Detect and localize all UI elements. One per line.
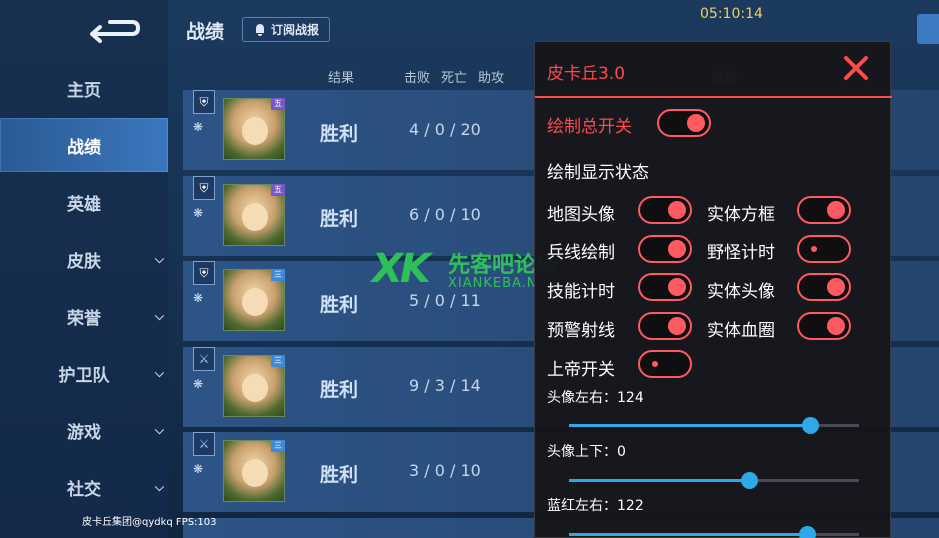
page-title: 战绩 [186, 21, 225, 43]
master-switch-toggle[interactable] [657, 109, 711, 137]
sidebar-item-game[interactable]: 游戏 ⌵ [0, 403, 168, 457]
toggle-label: 实体方框 [707, 205, 775, 225]
toggle-label: 地图头像 [547, 205, 615, 225]
toggle-entity-box[interactable] [797, 196, 851, 224]
subscribe-report-button[interactable]: 订阅战报 [242, 17, 330, 42]
tier-badge: 三 [271, 355, 285, 367]
sidebar: 主页 战绩 英雄 皮肤 ⌵ 荣誉 ⌵ 护卫队 ⌵ 游戏 ⌵ 社交 ⌵ [0, 0, 168, 538]
slider-label: 蓝红左右：122 [547, 498, 644, 514]
slider-label: 头像左右：124 [547, 390, 644, 406]
match-result: 胜利 [320, 379, 359, 401]
sidebar-item-label: 游戏 [67, 422, 101, 443]
toggle-god-mode[interactable] [638, 350, 692, 378]
sidebar-item-label: 荣誉 [67, 308, 101, 329]
sidebar-item-guard[interactable]: 护卫队 ⌵ [0, 346, 168, 400]
column-header-deaths: 死亡 [441, 71, 468, 86]
shield-icon: ⛨ [193, 176, 215, 200]
sidebar-item-honor[interactable]: 荣誉 ⌵ [0, 289, 168, 343]
close-icon[interactable] [841, 53, 871, 83]
toggle-warning-ray[interactable] [638, 312, 692, 340]
toggle-entity-hp-ring[interactable] [797, 312, 851, 340]
shield-icon: ⛨ [193, 261, 215, 285]
sidebar-item-skins[interactable]: 皮肤 ⌵ [0, 232, 168, 286]
toggle-label: 实体头像 [707, 282, 775, 302]
toggle-label: 实体血圈 [707, 321, 775, 341]
sidebar-item-label: 战绩 [67, 137, 101, 158]
tier-badge: 三 [271, 269, 285, 281]
column-header-kills: 击败 [404, 71, 431, 86]
back-arrow-icon[interactable] [86, 14, 142, 44]
slider-label: 头像上下：0 [547, 444, 626, 460]
match-kda: 4 / 0 / 20 [409, 120, 481, 139]
sidebar-item-records[interactable]: 战绩 [0, 118, 168, 172]
chevron-down-icon: ⌵ [154, 365, 164, 380]
hero-avatar: 五 [223, 184, 285, 246]
toggle-map-avatar[interactable] [638, 196, 692, 224]
hero-avatar: 五 [223, 98, 285, 160]
cheat-menu-panel: 皮卡丘3.0 绘制总开关 绘制显示状态 地图头像 实体方框 兵线绘制 野怪计时 … [534, 41, 892, 538]
crossed-swords-icon: ⚔ [193, 432, 215, 456]
master-switch-label: 绘制总开关 [547, 117, 632, 137]
top-right-button[interactable] [917, 14, 939, 44]
sidebar-item-heroes[interactable]: 英雄 [0, 175, 168, 229]
avatar-horizontal-slider[interactable] [569, 417, 859, 434]
match-kda: 9 / 3 / 14 [409, 376, 481, 395]
chevron-down-icon: ⌵ [154, 251, 164, 266]
fps-footer: 皮卡丘集团@qydkq FPS:103 [82, 517, 217, 528]
chevron-down-icon: ⌵ [154, 308, 164, 323]
mode-icon: ❋ [193, 206, 204, 220]
sidebar-item-label: 皮肤 [67, 251, 101, 272]
toggle-minion-draw[interactable] [638, 235, 692, 263]
tier-badge: 三 [271, 440, 285, 452]
sidebar-item-label: 社交 [67, 479, 101, 500]
sidebar-item-label: 主页 [67, 80, 101, 101]
chevron-down-icon: ⌵ [154, 422, 164, 437]
column-header-assists: 助攻 [478, 71, 505, 86]
toggle-jungle-timer[interactable] [797, 235, 851, 263]
mode-icon: ❋ [193, 291, 204, 305]
sidebar-item-label: 护卫队 [58, 365, 110, 386]
section-label: 绘制显示状态 [547, 163, 649, 183]
chevron-down-icon: ⌵ [154, 479, 164, 494]
mode-icon: ❋ [193, 377, 204, 391]
tier-badge: 五 [271, 98, 285, 110]
subscribe-label: 订阅战报 [270, 23, 319, 37]
column-header-result: 结果 [328, 71, 355, 86]
sidebar-item-home[interactable]: 主页 [0, 61, 168, 115]
toggle-label: 野怪计时 [707, 243, 775, 263]
avatar-vertical-slider[interactable] [569, 472, 859, 489]
shield-icon: ⛨ [193, 90, 215, 114]
slider-thumb[interactable] [801, 417, 819, 434]
toggle-label: 兵线绘制 [547, 243, 615, 263]
match-kda: 6 / 0 / 10 [409, 205, 481, 224]
toggle-label: 技能计时 [547, 282, 615, 302]
match-result: 胜利 [320, 294, 359, 316]
hero-avatar: 三 [223, 440, 285, 502]
bell-icon [255, 23, 264, 36]
crossed-swords-icon: ⚔ [193, 347, 215, 371]
slider-thumb[interactable] [740, 472, 758, 489]
slider-thumb[interactable] [798, 526, 816, 538]
match-kda: 5 / 0 / 11 [409, 291, 481, 310]
sidebar-item-social[interactable]: 社交 ⌵ [0, 460, 168, 514]
hero-avatar: 三 [223, 269, 285, 331]
toggle-label: 上帝开关 [547, 360, 615, 380]
match-result: 胜利 [320, 208, 359, 230]
watermark-logo: XK [372, 246, 431, 292]
hero-avatar: 三 [223, 355, 285, 417]
toggle-entity-avatar[interactable] [797, 273, 851, 301]
toggle-skill-timer[interactable] [638, 273, 692, 301]
mode-icon: ❋ [193, 120, 204, 134]
panel-divider [535, 96, 892, 98]
mode-icon: ❋ [193, 462, 204, 476]
sidebar-item-label: 英雄 [67, 194, 101, 215]
blue-red-horizontal-slider[interactable] [569, 526, 859, 538]
match-result: 胜利 [320, 123, 359, 145]
match-result: 胜利 [320, 464, 359, 486]
toggle-label: 预警射线 [547, 321, 615, 341]
tier-badge: 五 [271, 184, 285, 196]
clock: 05:10:14 [700, 6, 763, 22]
panel-title: 皮卡丘3.0 [547, 64, 626, 84]
match-kda: 3 / 0 / 10 [409, 461, 481, 480]
